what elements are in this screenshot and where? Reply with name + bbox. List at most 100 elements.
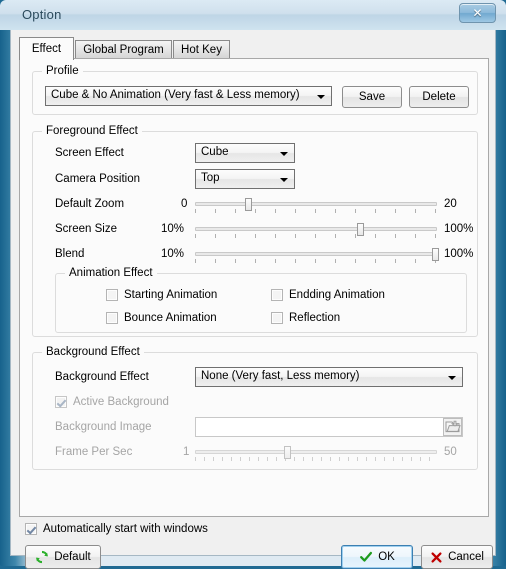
chevron-down-icon bbox=[280, 152, 288, 156]
tab-global-program-label: Global Program bbox=[83, 44, 164, 56]
camera-position-value: Top bbox=[201, 172, 220, 184]
x-icon bbox=[430, 551, 443, 564]
background-image-input[interactable] bbox=[195, 417, 463, 437]
check-icon bbox=[359, 550, 373, 564]
dialog-client-area: Effect Global Program Hot Key Profile Cu… bbox=[10, 30, 497, 569]
checkbox-reflection-label: Reflection bbox=[289, 312, 341, 324]
delete-button[interactable]: Delete bbox=[409, 86, 469, 108]
checkbox-starting-animation[interactable]: Starting Animation bbox=[106, 289, 217, 301]
refresh-icon bbox=[35, 550, 49, 564]
close-icon: ✕ bbox=[472, 6, 483, 20]
checkbox-box bbox=[106, 289, 118, 301]
delete-button-label: Delete bbox=[422, 91, 456, 103]
slider-ticks bbox=[195, 234, 437, 238]
frame-per-sec-label: Frame Per Sec bbox=[55, 446, 133, 458]
background-effect-label: Background Effect bbox=[55, 371, 149, 383]
screen-effect-label: Screen Effect bbox=[55, 147, 124, 159]
default-zoom-min-label: 0 bbox=[181, 198, 188, 210]
save-button-label: Save bbox=[358, 91, 386, 103]
animation-effect-group: Animation Effect Starting Animation Endd… bbox=[55, 267, 467, 333]
chevron-down-icon bbox=[448, 376, 456, 380]
slider-track bbox=[195, 202, 437, 206]
checkbox-bounce-animation[interactable]: Bounce Animation bbox=[106, 312, 217, 324]
checkbox-reflection[interactable]: Reflection bbox=[271, 312, 340, 324]
checkbox-autostart-label: Automatically start with windows bbox=[43, 523, 208, 535]
checkbox-autostart[interactable]: Automatically start with windows bbox=[25, 523, 208, 535]
tab-effect[interactable]: Effect bbox=[19, 37, 74, 60]
cancel-button-label: Cancel bbox=[448, 551, 484, 563]
checkbox-bounce-animation-label: Bounce Animation bbox=[124, 312, 217, 324]
ok-button-label: OK bbox=[378, 551, 395, 563]
chevron-down-icon bbox=[317, 95, 325, 99]
frame-per-sec-min-label: 1 bbox=[183, 446, 190, 458]
camera-position-combo[interactable]: Top bbox=[195, 169, 295, 189]
window-title: Option bbox=[22, 7, 62, 22]
default-zoom-slider[interactable] bbox=[195, 198, 437, 218]
frame-per-sec-slider[interactable] bbox=[195, 446, 437, 466]
screen-size-min-label: 10% bbox=[161, 223, 185, 235]
tab-strip: Effect Global Program Hot Key bbox=[19, 37, 489, 60]
background-effect-group-label: Background Effect bbox=[42, 346, 144, 358]
screen-size-label: Screen Size bbox=[55, 223, 118, 235]
background-image-label: Background Image bbox=[55, 421, 152, 433]
background-effect-group: Background Effect Background Effect None… bbox=[32, 346, 478, 470]
slider-thumb[interactable] bbox=[431, 248, 439, 261]
cancel-button[interactable]: Cancel bbox=[421, 545, 493, 569]
checkbox-active-background[interactable]: Active Background bbox=[55, 396, 169, 408]
slider-ticks bbox=[195, 259, 437, 263]
blend-label: Blend bbox=[55, 248, 85, 260]
checkbox-box bbox=[106, 312, 118, 324]
background-effect-combo[interactable]: None (Very fast, Less memory) bbox=[195, 367, 463, 387]
profile-group-label: Profile bbox=[42, 65, 83, 77]
foreground-effect-group-label: Foreground Effect bbox=[42, 125, 142, 137]
browse-button[interactable] bbox=[443, 418, 462, 436]
default-zoom-label: Default Zoom bbox=[55, 198, 125, 210]
tab-hot-key-label: Hot Key bbox=[181, 44, 222, 56]
dialog-footer: Automatically start with windows Default bbox=[11, 523, 497, 569]
screen-size-max-label: 100% bbox=[444, 223, 474, 235]
checkbox-endding-animation-label: Endding Animation bbox=[289, 289, 385, 301]
profile-combo[interactable]: Cube & No Animation (Very fast & Less me… bbox=[45, 86, 332, 106]
checkbox-endding-animation[interactable]: Endding Animation bbox=[271, 289, 385, 301]
camera-position-label: Camera Position bbox=[55, 173, 141, 185]
tab-hot-key[interactable]: Hot Key bbox=[173, 40, 230, 59]
blend-min-label: 10% bbox=[161, 248, 185, 260]
checkbox-active-background-label: Active Background bbox=[73, 396, 169, 408]
profile-group: Profile Cube & No Animation (Very fast &… bbox=[32, 65, 478, 115]
option-dialog-window: Option ✕ Effect Global Program Hot Key P… bbox=[0, 0, 506, 569]
screen-effect-combo[interactable]: Cube bbox=[195, 143, 295, 163]
tab-global-program[interactable]: Global Program bbox=[75, 40, 172, 59]
checkbox-box bbox=[55, 396, 67, 408]
slider-thumb[interactable] bbox=[283, 446, 291, 459]
screen-effect-value: Cube bbox=[201, 146, 229, 158]
chevron-down-icon bbox=[280, 178, 288, 182]
tab-effect-label: Effect bbox=[31, 43, 62, 55]
slider-ticks bbox=[195, 209, 437, 213]
save-button[interactable]: Save bbox=[342, 86, 402, 108]
checkbox-starting-animation-label: Starting Animation bbox=[124, 289, 218, 301]
foreground-effect-group: Foreground Effect Screen Effect Cube Cam… bbox=[32, 125, 478, 337]
default-button-label: Default bbox=[54, 551, 91, 563]
checkbox-box bbox=[271, 289, 283, 301]
slider-thumb[interactable] bbox=[245, 198, 253, 211]
default-button[interactable]: Default bbox=[25, 545, 101, 569]
slider-track bbox=[195, 252, 437, 256]
blend-slider[interactable] bbox=[195, 248, 439, 268]
default-zoom-max-label: 20 bbox=[444, 198, 457, 210]
close-button[interactable]: ✕ bbox=[459, 3, 496, 23]
animation-effect-group-label: Animation Effect bbox=[65, 267, 157, 279]
folder-open-icon bbox=[445, 420, 461, 433]
slider-track bbox=[195, 450, 437, 454]
profile-combo-value: Cube & No Animation (Very fast & Less me… bbox=[51, 89, 300, 101]
blend-max-label: 100% bbox=[444, 248, 474, 260]
slider-track bbox=[195, 227, 437, 231]
checkbox-box bbox=[25, 523, 37, 535]
checkbox-box bbox=[271, 312, 283, 324]
slider-thumb[interactable] bbox=[356, 223, 364, 236]
screen-size-slider[interactable] bbox=[195, 223, 437, 243]
ok-button[interactable]: OK bbox=[341, 545, 413, 569]
slider-ticks bbox=[195, 457, 437, 461]
tab-page-effect: Profile Cube & No Animation (Very fast &… bbox=[19, 58, 489, 517]
title-bar: Option ✕ bbox=[0, 0, 506, 30]
frame-per-sec-max-label: 50 bbox=[444, 446, 457, 458]
